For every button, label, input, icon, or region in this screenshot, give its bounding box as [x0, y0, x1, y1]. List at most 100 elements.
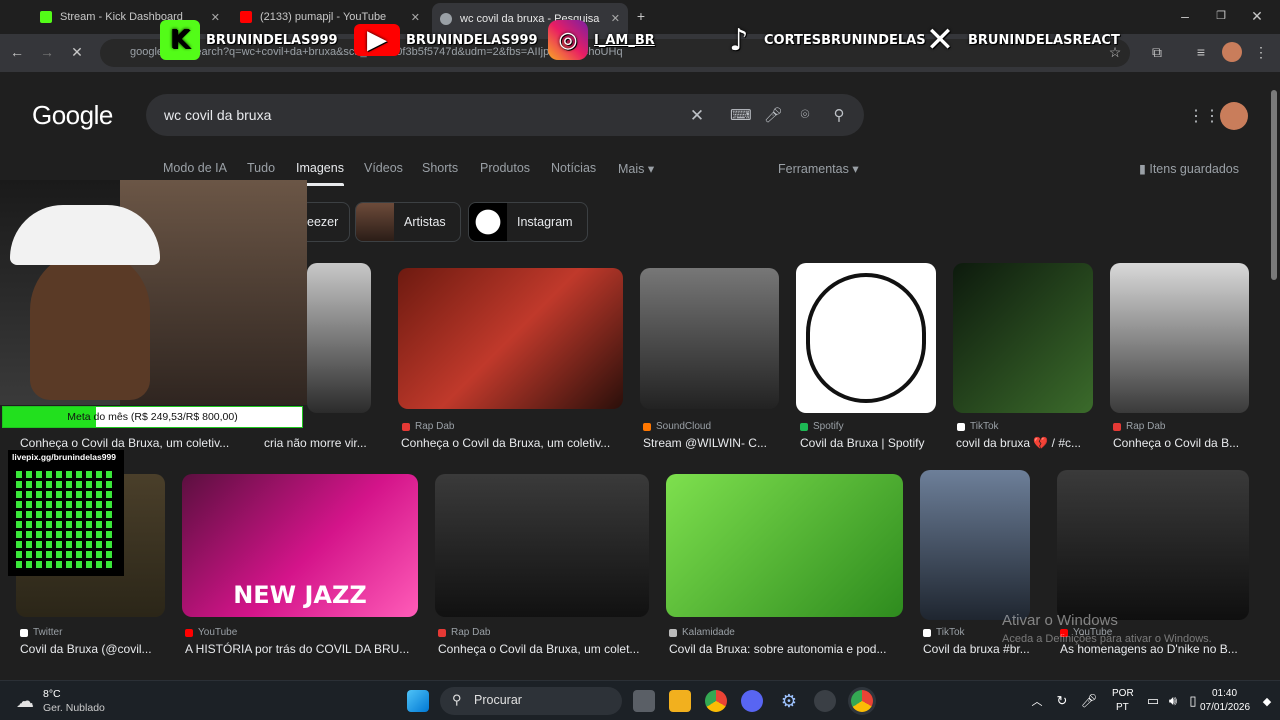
weather-temp[interactable]: 8°C [43, 688, 61, 700]
chip-instagram[interactable]: Instagram [468, 202, 588, 242]
result-caption[interactable]: Stream @WILWIN- C... [643, 436, 779, 450]
google-logo[interactable]: Google [32, 100, 113, 131]
extensions-icon[interactable]: ⧉ [1148, 43, 1166, 61]
tab-news[interactable]: Notícias [551, 161, 596, 175]
image-result[interactable] [666, 474, 903, 617]
chrome-active-icon[interactable] [851, 690, 873, 712]
source-label: Spotify [813, 421, 844, 432]
result-caption[interactable]: covil da bruxa 💔 / #c... [956, 436, 1096, 450]
result-source: TikTok [923, 627, 965, 638]
weather-desc[interactable]: Ger. Nublado [43, 702, 105, 714]
tab-images[interactable]: Imagens [296, 161, 344, 175]
result-caption[interactable]: cria não morre vir... [264, 436, 380, 450]
notifications-icon[interactable]: ◆ [1256, 690, 1278, 712]
activation-watermark: Ativar o Windows [1002, 612, 1118, 629]
weather-icon[interactable]: ☁ [14, 690, 36, 712]
result-source: TikTok [957, 421, 999, 432]
apps-grid-icon[interactable]: ⋮⋮ [1188, 106, 1220, 126]
settings-icon[interactable]: ⚙ [778, 690, 800, 712]
qr-pattern [16, 468, 116, 568]
result-caption[interactable]: Covil da Bruxa (@covil... [20, 642, 165, 656]
image-result[interactable] [1110, 263, 1249, 413]
chrome-icon[interactable] [705, 690, 727, 712]
microphone-icon[interactable]: 🎤︎ [764, 106, 783, 124]
result-caption[interactable]: Covil da Bruxa | Spotify [800, 436, 940, 450]
tab-products[interactable]: Produtos [480, 161, 530, 175]
tiktok-icon: ♪ [729, 22, 749, 58]
result-caption[interactable]: Conheça o Covil da Bruxa, um coletiv... [401, 436, 623, 450]
minimize-icon[interactable]: – [1176, 7, 1194, 25]
image-result[interactable] [640, 268, 779, 409]
donation-goal-bar: Meta do mês (R$ 249,53/R$ 800,00) [2, 406, 303, 428]
result-caption[interactable]: A HISTÓRIA por trás do COVIL DA BRU... [185, 642, 418, 656]
input-region[interactable]: PT [1116, 702, 1129, 713]
result-caption[interactable]: Conheça o Covil da B... [1113, 436, 1249, 450]
stop-icon[interactable]: ✕ [68, 43, 86, 61]
maximize-icon[interactable]: ❐ [1212, 7, 1230, 25]
search-box[interactable]: wc covil da bruxa ✕ ⌨ 🎤︎ ⌾ ⚲ [146, 94, 864, 136]
image-result[interactable] [920, 470, 1030, 620]
input-language[interactable]: POR [1112, 688, 1134, 699]
image-result[interactable] [435, 474, 649, 617]
youtube-icon: ▶ [354, 24, 400, 56]
tab-more[interactable]: Mais ▾ [618, 161, 654, 176]
profile-avatar[interactable] [1222, 42, 1242, 62]
image-result[interactable] [307, 263, 371, 413]
obs-icon[interactable] [814, 690, 836, 712]
image-result[interactable] [796, 263, 936, 413]
forward-icon[interactable]: → [38, 43, 56, 61]
image-result[interactable] [398, 268, 623, 409]
media-icon[interactable]: ≡ [1192, 43, 1210, 61]
source-label: Rap Dab [415, 421, 455, 432]
source-label: Rap Dab [1126, 421, 1166, 432]
back-icon[interactable]: ← [8, 43, 26, 61]
tab-ai-mode[interactable]: Modo de IA [163, 161, 227, 175]
tray-chevron-icon[interactable]: ︿ [1026, 690, 1048, 712]
result-caption[interactable]: Covil da Bruxa: sobre autonomia e pod... [669, 642, 903, 656]
tools-button[interactable]: Ferramentas ▾ [778, 161, 859, 176]
account-avatar[interactable] [1220, 102, 1248, 130]
image-result[interactable]: NEW JAZZ [182, 474, 418, 617]
search-icon[interactable]: ⚲ [830, 106, 848, 124]
page-scrollbar[interactable] [1268, 72, 1280, 680]
chip-artists[interactable]: Artistas [355, 202, 461, 242]
discord-icon[interactable] [741, 690, 763, 712]
overlay-label: BRUNINDELAS999 [406, 32, 538, 48]
overlay-label: CORTESBRUNINDELAS [764, 32, 926, 48]
window-close-icon[interactable]: ✕ [1248, 7, 1266, 25]
clear-icon[interactable]: ✕ [688, 106, 706, 126]
streamer-cap [10, 205, 160, 265]
pix-url: livepix.gg/brunindelas999 [8, 450, 124, 462]
result-caption[interactable]: Conheça o Covil da Bruxa, um colet... [438, 642, 649, 656]
result-caption[interactable]: Conheça o Covil da Bruxa, um coletiv... [20, 436, 244, 450]
task-view-icon[interactable] [633, 690, 655, 712]
saved-items-button[interactable]: ▮ Itens guardados [1139, 161, 1239, 176]
mic-tray-icon[interactable]: 🎤︎ [1078, 690, 1100, 712]
tab-shorts[interactable]: Shorts [422, 161, 458, 175]
tab-more-label: Mais [618, 162, 645, 176]
image-result[interactable] [953, 263, 1093, 413]
lens-icon[interactable]: ⌾ [796, 106, 814, 123]
tab-videos[interactable]: Vídeos [364, 161, 403, 175]
start-icon[interactable] [407, 690, 429, 712]
result-source: Rap Dab [438, 627, 490, 638]
tab-all[interactable]: Tudo [247, 161, 275, 175]
scroll-thumb[interactable] [1271, 90, 1277, 280]
network-icon[interactable]: ▭ [1142, 690, 1164, 712]
volume-icon[interactable]: 🔊︎ [1162, 690, 1184, 712]
image-result[interactable] [1057, 470, 1249, 620]
streamer-face [30, 250, 150, 400]
sync-icon[interactable]: ↻ [1051, 690, 1073, 712]
taskbar-search[interactable]: ⚲ Procurar [440, 687, 622, 715]
clock-time[interactable]: 01:40 [1212, 688, 1237, 699]
file-explorer-icon[interactable] [669, 690, 691, 712]
chip-thumbnail [356, 203, 394, 241]
menu-icon[interactable]: ⋮ [1252, 43, 1270, 61]
keyboard-icon[interactable]: ⌨ [730, 106, 752, 124]
chip-deezer[interactable]: eezer [300, 202, 350, 242]
result-source: Spotify [800, 421, 844, 432]
clock-date[interactable]: 07/01/2026 [1200, 702, 1250, 713]
result-source: YouTube [185, 627, 237, 638]
overlay-instagram: ◎ I_AM_BR [548, 18, 655, 62]
search-input[interactable]: wc covil da bruxa [164, 107, 271, 123]
